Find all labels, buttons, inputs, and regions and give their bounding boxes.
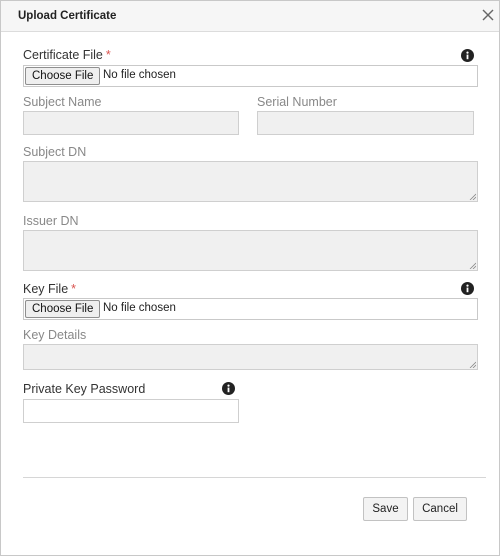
certificate-file-label-text: Certificate File (23, 48, 103, 62)
certificate-file-input[interactable]: Choose File No file chosen (23, 65, 478, 87)
key-file-input[interactable]: Choose File No file chosen (23, 298, 478, 320)
upload-certificate-dialog: Upload Certificate Certificate File * Cho… (0, 0, 500, 556)
certificate-file-label: Certificate File * (23, 48, 111, 62)
resize-grip-icon[interactable] (469, 361, 476, 368)
issuer-dn-field[interactable] (23, 230, 478, 271)
certificate-choose-file-button[interactable]: Choose File (25, 67, 101, 85)
info-icon[interactable] (222, 382, 235, 395)
private-key-password-field[interactable] (23, 399, 239, 423)
dialog-header: Upload Certificate (1, 1, 499, 32)
info-icon[interactable] (461, 282, 474, 295)
key-file-label: Key File * (23, 282, 76, 296)
serial-number-label: Serial Number (257, 95, 337, 109)
key-file-label-text: Key File (23, 282, 69, 296)
save-button[interactable]: Save (363, 497, 408, 521)
required-mark: * (105, 48, 111, 62)
resize-grip-icon[interactable] (469, 262, 476, 269)
subject-dn-label: Subject DN (23, 145, 87, 159)
issuer-dn-label: Issuer DN (23, 214, 79, 228)
close-icon[interactable] (480, 7, 496, 23)
cancel-button[interactable]: Cancel (413, 497, 467, 521)
subject-name-label: Subject Name (23, 95, 102, 109)
key-details-field[interactable] (23, 344, 478, 370)
key-choose-file-button[interactable]: Choose File (25, 300, 101, 318)
subject-dn-field[interactable] (23, 161, 478, 202)
footer-divider (23, 477, 486, 478)
required-mark: * (71, 282, 77, 296)
resize-grip-icon[interactable] (469, 193, 476, 200)
serial-number-field[interactable] (257, 111, 474, 135)
certificate-file-status: No file chosen (103, 69, 176, 81)
key-file-status: No file chosen (103, 302, 176, 314)
private-key-password-label: Private Key Password (23, 382, 146, 396)
info-icon[interactable] (461, 49, 474, 62)
dialog-title: Upload Certificate (18, 10, 117, 22)
key-details-label: Key Details (23, 328, 87, 342)
subject-name-field[interactable] (23, 111, 239, 135)
